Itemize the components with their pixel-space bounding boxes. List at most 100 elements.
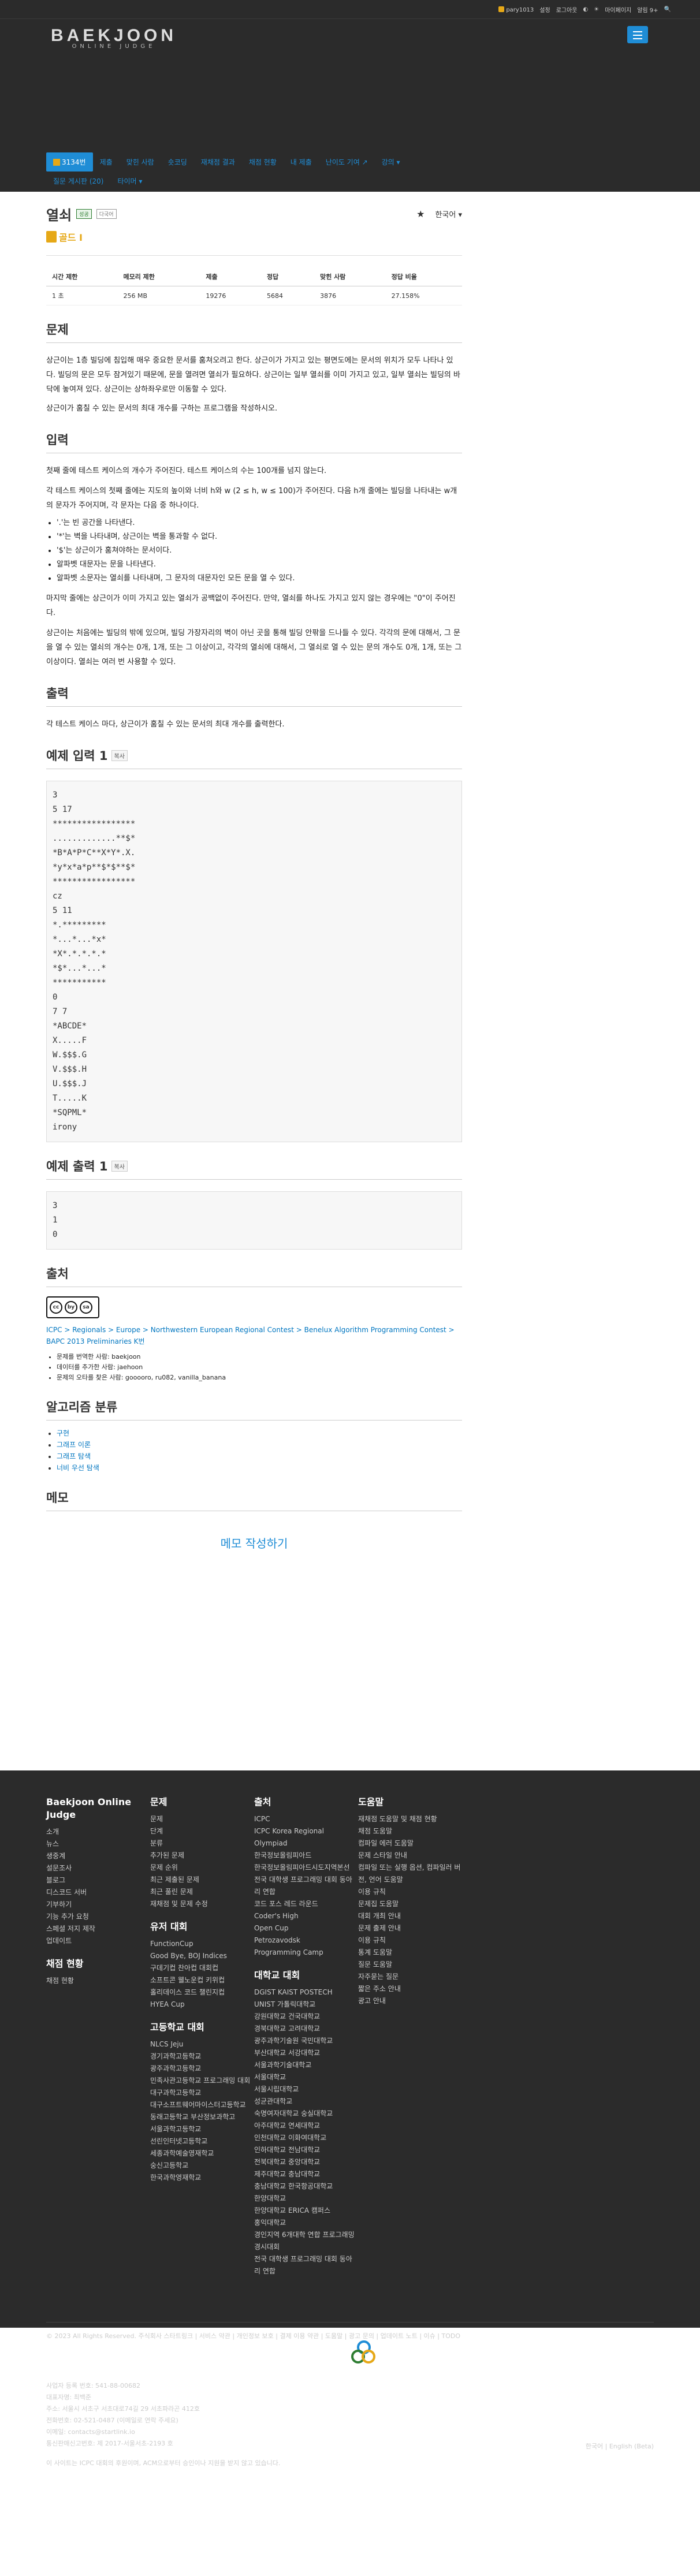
footer-link[interactable]: 강원대학교 건국대학교	[254, 2011, 358, 2023]
footer-link[interactable]: 구데기컵 찬아컵 대회컵	[150, 1962, 254, 1974]
footer-link[interactable]: 기부하기	[46, 1899, 150, 1911]
sun-icon[interactable]: ☀	[594, 6, 599, 13]
tag-link[interactable]: 그래프 탐색	[57, 1452, 91, 1460]
footer-link[interactable]: 세종과학예술영재학교	[150, 2148, 254, 2160]
search-icon[interactable]: 🔍	[664, 6, 671, 13]
hamburger-menu-icon[interactable]	[627, 26, 648, 43]
footer-link[interactable]: 한국정보올림피아드	[254, 1850, 358, 1862]
footer-link[interactable]: 블로그	[46, 1874, 150, 1887]
footer-link[interactable]: 제주대학교 충남대학교	[254, 2168, 358, 2180]
footer-link[interactable]: FunctionCup	[150, 1938, 254, 1950]
footer-link[interactable]: 채점 현황	[46, 1975, 150, 1987]
footer-link[interactable]: 숙명여자대학교 숭실대학교	[254, 2108, 358, 2120]
write-memo-button[interactable]: 메모 작성하기	[46, 1534, 462, 1551]
startlink-logo[interactable]: STARTLINK	[231, 2365, 422, 2403]
footer-link[interactable]: 민족사관고등학교 프로그래밍 대회	[150, 2075, 254, 2087]
footer-link[interactable]: 부산대학교 서강대학교	[254, 2047, 358, 2059]
footer-link[interactable]: 서울시립대학교	[254, 2083, 358, 2096]
footer-link[interactable]: 동래고등학교 부산정보과학고	[150, 2111, 254, 2123]
tab-board[interactable]: 질문 게시판 (20)	[46, 172, 110, 191]
footer-link[interactable]: 홍익대학교	[254, 2217, 358, 2229]
footer-link[interactable]: 재채점 및 문제 수정	[150, 1898, 254, 1910]
tab-my-submissions[interactable]: 내 제출	[284, 152, 319, 172]
language-select[interactable]: 한국어 ▾	[435, 208, 462, 219]
footer-link[interactable]: 소프트콘 웰노운컵 키위컵	[150, 1974, 254, 1986]
footer-link[interactable]: 서울과학고등학교	[150, 2123, 254, 2135]
footer-link[interactable]: 코드 포스 레드 라운드	[254, 1898, 358, 1910]
sample-output[interactable]: 3 1 0	[46, 1191, 462, 1250]
footer-link[interactable]: 선린인터넷고등학교	[150, 2135, 254, 2148]
footer-link[interactable]: 최근 제출된 문제	[150, 1874, 254, 1886]
footer-link[interactable]: 소개	[46, 1826, 150, 1838]
footer-link[interactable]: 대구소프트웨어마이스터고등학교	[150, 2099, 254, 2111]
footer-link[interactable]: 짧은 주소 안내	[358, 1983, 462, 1995]
footer-link[interactable]: 문제집 도움말	[358, 1898, 462, 1910]
footer-link[interactable]: 광주과학기술원 국민대학교	[254, 2035, 358, 2047]
tab-lecture[interactable]: 강의 ▾	[375, 152, 407, 172]
footer-link[interactable]: 서울대학교	[254, 2071, 358, 2083]
footer-link[interactable]: 숭신고등학교	[150, 2160, 254, 2172]
footer-link[interactable]: 성균관대학교	[254, 2096, 358, 2108]
copy-button[interactable]: 복사	[111, 1160, 128, 1172]
footer-link[interactable]: 업데이트	[46, 1935, 150, 1947]
footer-link[interactable]: 자주묻는 질문	[358, 1971, 462, 1983]
footer-link[interactable]: ICPC	[254, 1813, 358, 1825]
footer-link[interactable]: 최근 풀린 문제	[150, 1886, 254, 1898]
footer-link[interactable]: 인천대학교 이화여대학교	[254, 2132, 358, 2144]
footer-link[interactable]: 문제	[150, 1813, 254, 1825]
language-switch[interactable]: 한국어 | English (Beta)	[586, 2441, 654, 2452]
footer-link[interactable]: 디스코드 서버	[46, 1887, 150, 1899]
footer-link[interactable]: 아주대학교 연세대학교	[254, 2120, 358, 2132]
footer-link[interactable]: Petrozavodsk	[254, 1934, 358, 1947]
footer-link[interactable]: 추가된 문제	[150, 1850, 254, 1862]
footer-link[interactable]: 경인지역 6개대학 연합 프로그래밍 경시대회	[254, 2229, 358, 2253]
footer-link[interactable]: NLCS Jeju	[150, 2038, 254, 2051]
footer-link[interactable]: 단계	[150, 1825, 254, 1837]
footer-link[interactable]: 광고 안내	[358, 1995, 462, 2007]
top-link-mypage[interactable]: 마이페이지	[605, 5, 631, 14]
tab-difficulty[interactable]: 난이도 기여 ↗	[319, 152, 375, 172]
tag-link[interactable]: 구현	[57, 1429, 69, 1437]
user-link[interactable]: pary1013	[498, 6, 534, 13]
footer-link[interactable]: 채점 도움말	[358, 1825, 462, 1837]
footer-link[interactable]: 서울과학기술대학교	[254, 2059, 358, 2071]
footer-link[interactable]: 경북대학교 고려대학교	[254, 2023, 358, 2035]
footer-link[interactable]: 한양대학교	[254, 2193, 358, 2205]
footer-link[interactable]: 전북대학교 중앙대학교	[254, 2156, 358, 2168]
tab-rejudge[interactable]: 재채점 결과	[194, 152, 242, 172]
footer-link[interactable]: 스페셜 저지 제작	[46, 1923, 150, 1935]
footer-link[interactable]: Open Cup	[254, 1922, 358, 1934]
copy-button[interactable]: 복사	[111, 750, 128, 761]
top-link-settings[interactable]: 설정	[539, 5, 550, 14]
footer-link[interactable]: 대회 개최 안내	[358, 1910, 462, 1922]
top-link-logout[interactable]: 로그아웃	[556, 5, 578, 14]
tab-shortcoding[interactable]: 숏코딩	[161, 152, 194, 172]
footer-link[interactable]: 전국 대학생 프로그래밍 대회 동아리 연합	[254, 2253, 358, 2277]
tab-problem[interactable]: 3134번	[46, 152, 93, 172]
cc-license-icon[interactable]: cc by sa	[46, 1296, 99, 1318]
footer-link[interactable]: 통계 도움말	[358, 1947, 462, 1959]
footer-link[interactable]: 컴파일 또는 실행 옵션, 컴파일러 버전, 언어 도움말	[358, 1862, 462, 1886]
tab-status[interactable]: 채점 현황	[242, 152, 284, 172]
footer-link[interactable]: 문제 순위	[150, 1862, 254, 1874]
footer-link[interactable]: ICPC Korea Regional	[254, 1825, 358, 1837]
star-icon[interactable]: ★	[416, 208, 425, 219]
footer-link[interactable]: 기능 추가 요청	[46, 1911, 150, 1923]
footer-link[interactable]: 문제 출제 안내	[358, 1922, 462, 1934]
footer-link[interactable]: 인하대학교 전남대학교	[254, 2144, 358, 2156]
tag-link[interactable]: 그래프 이론	[57, 1441, 91, 1449]
tab-timer[interactable]: 타이머 ▾	[110, 172, 149, 191]
footer-link[interactable]: 생중계	[46, 1850, 150, 1862]
footer-link[interactable]: Coder's High	[254, 1910, 358, 1922]
footer-link[interactable]: 대구과학고등학교	[150, 2087, 254, 2099]
footer-link[interactable]: DGIST KAIST POSTECH	[254, 1986, 358, 1999]
footer-link[interactable]: 재채점 도움말 및 채점 현황	[358, 1813, 462, 1825]
top-link-notifications[interactable]: 알림 9+	[637, 5, 658, 14]
footer-link[interactable]: 한국과학영재학교	[150, 2172, 254, 2184]
source-breadcrumb[interactable]: ICPC > Regionals > Europe > Northwestern…	[46, 1324, 462, 1347]
footer-link[interactable]: UNIST 가톨릭대학교	[254, 1999, 358, 2011]
theme-icon[interactable]: ◐	[583, 6, 589, 13]
footer-link[interactable]: Good Bye, BOJ Indices	[150, 1950, 254, 1962]
sample-input[interactable]: 3 5 17 ***************** .............**…	[46, 781, 462, 1142]
footer-link[interactable]: 문제 스타일 안내	[358, 1850, 462, 1862]
